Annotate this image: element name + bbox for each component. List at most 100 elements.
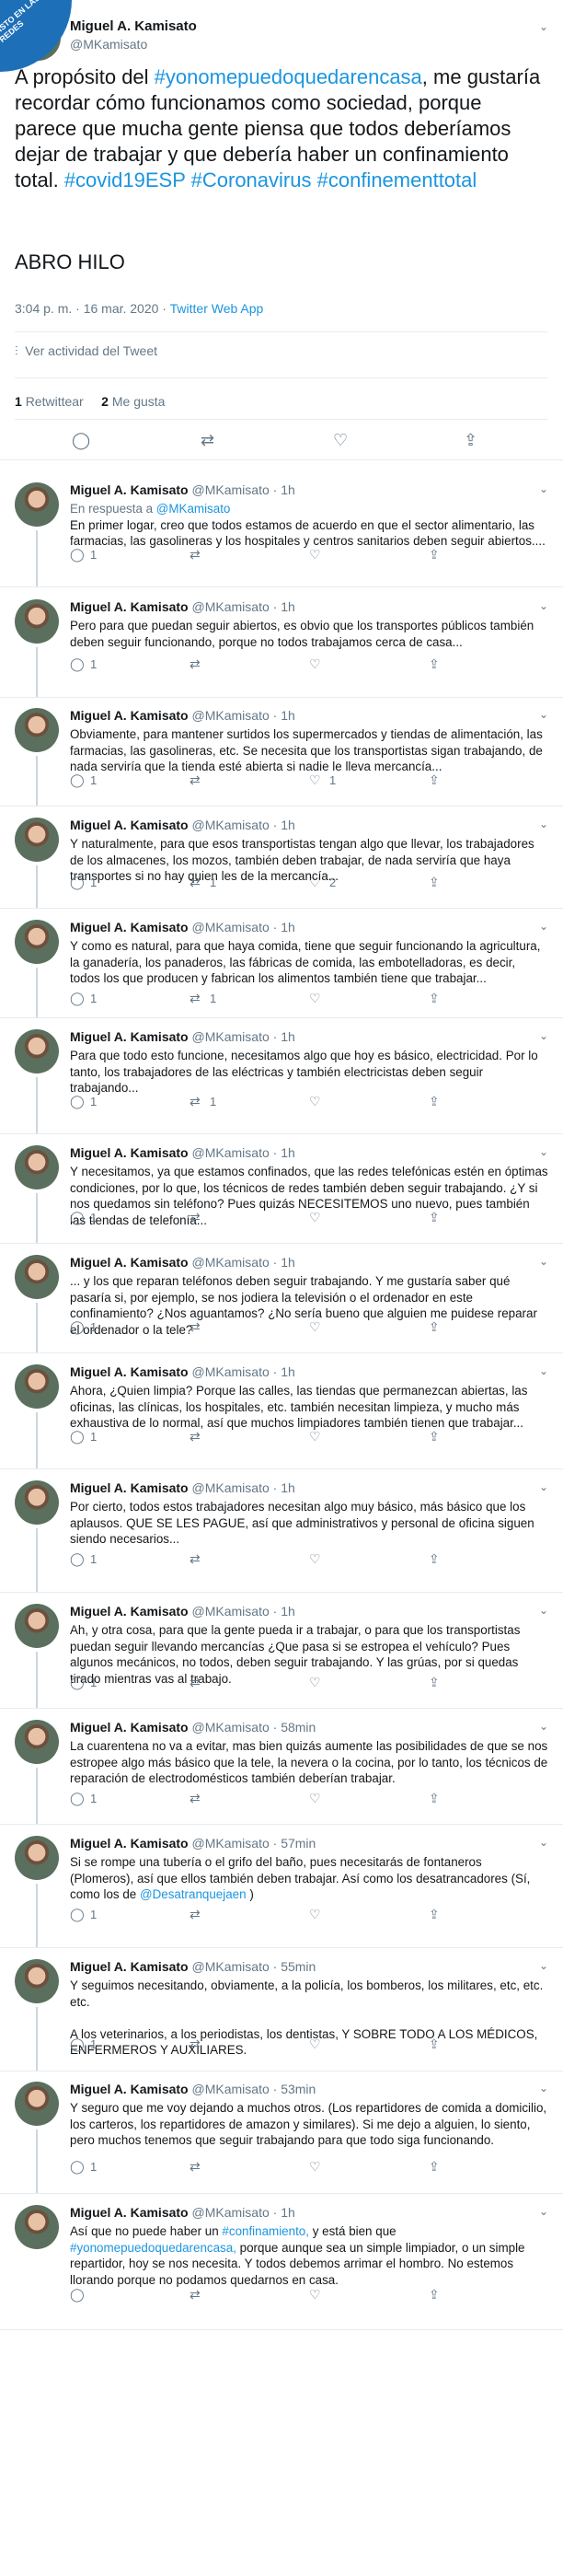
chevron-down-icon[interactable]: ⌄ — [539, 921, 548, 932]
share-icon[interactable]: ⇪ — [429, 991, 440, 1006]
share-icon[interactable]: ⇪ — [429, 1210, 440, 1225]
author-handle[interactable]: @MKamisato — [70, 37, 147, 52]
heart-icon[interactable]: ♡ — [309, 1675, 321, 1690]
share-icon[interactable]: ⇪ — [429, 2036, 440, 2052]
retweet-icon[interactable]: ⇄ — [190, 2036, 201, 2052]
reply-avatar[interactable] — [15, 1364, 59, 1409]
heart-icon[interactable]: ♡ — [309, 1210, 321, 1225]
reply-author-handle[interactable]: @MKamisato · 1h — [189, 1604, 295, 1619]
reply-author-name[interactable]: Miguel A. Kamisato — [70, 1720, 189, 1735]
retweet-icon[interactable]: ⇄ — [190, 772, 201, 788]
reply-author-handle[interactable]: @MKamisato · 57min — [189, 1836, 316, 1851]
reply-icon[interactable]: ◯ — [70, 1319, 85, 1335]
hashtag-link[interactable]: #confinamiento, — [222, 2224, 309, 2238]
retweet-icon[interactable]: ⇄ — [201, 431, 214, 449]
retweet-icon[interactable]: ⇄ — [190, 2159, 201, 2175]
reply-author-name[interactable]: Miguel A. Kamisato — [70, 1604, 189, 1619]
reply-icon[interactable]: ◯ — [70, 1675, 85, 1690]
retweet-icon[interactable]: ⇄ — [190, 1094, 201, 1109]
reply-author-name[interactable]: Miguel A. Kamisato — [70, 2082, 189, 2096]
chevron-down-icon[interactable]: ⌄ — [539, 1146, 548, 1157]
reply-avatar[interactable] — [15, 2205, 59, 2249]
reply-author-name[interactable]: Miguel A. Kamisato — [70, 1836, 189, 1851]
chevron-down-icon[interactable]: ⌄ — [539, 1256, 548, 1267]
share-icon[interactable]: ⇪ — [429, 1551, 440, 1567]
reply-author-name[interactable]: Miguel A. Kamisato — [70, 1480, 189, 1495]
reply-icon[interactable]: ◯ — [70, 772, 85, 788]
share-icon[interactable]: ⇪ — [429, 875, 440, 890]
heart-icon[interactable]: ♡ — [309, 656, 321, 672]
reply-icon[interactable]: ◯ — [70, 1094, 85, 1109]
reply-author-handle[interactable]: @MKamisato · 1h — [189, 482, 295, 497]
reply-author-handle[interactable]: @MKamisato · 1h — [189, 1029, 295, 1044]
reply-author-name[interactable]: Miguel A. Kamisato — [70, 599, 189, 614]
reply-avatar[interactable] — [15, 1604, 59, 1648]
share-icon[interactable]: ⇪ — [429, 1094, 440, 1109]
retweet-icon[interactable]: ⇄ — [190, 656, 201, 672]
reply-icon[interactable]: ◯ — [70, 656, 85, 672]
reply-author-name[interactable]: Miguel A. Kamisato — [70, 1145, 189, 1160]
chevron-down-icon[interactable]: ⌄ — [539, 2083, 548, 2094]
reply-author-name[interactable]: Miguel A. Kamisato — [70, 1255, 189, 1270]
reply-avatar[interactable] — [15, 1145, 59, 1189]
heart-icon[interactable]: ♡ — [309, 2287, 321, 2303]
reply-author-handle[interactable]: @MKamisato · 55min — [189, 1959, 316, 1974]
reply-author-name[interactable]: Miguel A. Kamisato — [70, 1364, 189, 1379]
retweet-icon[interactable]: ⇄ — [190, 1907, 201, 1922]
heart-icon[interactable]: ♡ — [309, 1791, 321, 1806]
tweet-source[interactable]: Twitter Web App — [170, 301, 264, 316]
reply-icon[interactable]: ◯ — [70, 1791, 85, 1806]
reply-author-handle[interactable]: @MKamisato · 1h — [189, 599, 295, 614]
share-icon[interactable]: ⇪ — [429, 547, 440, 563]
reply-avatar[interactable] — [15, 482, 59, 527]
retweet-icon[interactable]: ⇄ — [190, 1319, 201, 1335]
heart-icon[interactable]: ♡ — [309, 2159, 321, 2175]
reply-author-name[interactable]: Miguel A. Kamisato — [70, 1959, 189, 1974]
reply-author-handle[interactable]: @MKamisato · 53min — [189, 2082, 316, 2096]
share-icon[interactable]: ⇪ — [429, 656, 440, 672]
retweet-icon[interactable]: ⇄ — [190, 991, 201, 1006]
share-icon[interactable]: ⇪ — [429, 1907, 440, 1922]
heart-icon[interactable]: ♡ — [309, 1429, 321, 1445]
reply-author-name[interactable]: Miguel A. Kamisato — [70, 1029, 189, 1044]
reply-author-handle[interactable]: @MKamisato · 1h — [189, 2205, 295, 2220]
reply-avatar[interactable] — [15, 2082, 59, 2126]
chevron-down-icon[interactable]: ⌄ — [539, 1365, 548, 1376]
reply-icon[interactable]: ◯ — [70, 547, 85, 563]
reply-avatar[interactable] — [15, 920, 59, 964]
reply-author-handle[interactable]: @MKamisato · 1h — [189, 920, 295, 934]
heart-icon[interactable]: ♡ — [309, 1907, 321, 1922]
chevron-down-icon[interactable]: ⌄ — [539, 600, 548, 611]
retweet-icon[interactable]: ⇄ — [190, 1551, 201, 1567]
heart-icon[interactable]: ♡ — [309, 2036, 321, 2052]
reply-avatar[interactable] — [15, 1720, 59, 1764]
retweet-icon[interactable]: ⇄ — [190, 1429, 201, 1445]
tweet-activity-link[interactable]: ⫶ Ver actividad del Tweet — [15, 343, 157, 359]
reply-icon[interactable]: ◯ — [70, 1907, 85, 1922]
reply-avatar[interactable] — [15, 818, 59, 862]
share-icon[interactable]: ⇪ — [429, 1429, 440, 1445]
reply-author-name[interactable]: Miguel A. Kamisato — [70, 708, 189, 723]
hashtag-link[interactable]: #yonomepuedoquedarencasa — [155, 65, 422, 88]
chevron-down-icon[interactable]: ⌄ — [539, 1837, 548, 1848]
reply-avatar[interactable] — [15, 708, 59, 752]
heart-icon[interactable]: ♡ — [309, 1551, 321, 1567]
hashtag-link[interactable]: #Coronavirus — [191, 168, 312, 191]
tweet-time[interactable]: 3:04 p. m. · 16 mar. 2020 — [15, 301, 158, 316]
hashtag-link[interactable]: #yonomepuedoquedarencasa, — [70, 2241, 236, 2255]
reply-author-name[interactable]: Miguel A. Kamisato — [70, 920, 189, 934]
reply-author-handle[interactable]: @MKamisato · 1h — [189, 708, 295, 723]
share-icon[interactable]: ⇪ — [429, 2159, 440, 2175]
reply-author-handle[interactable]: @MKamisato · 1h — [189, 1145, 295, 1160]
chevron-down-icon[interactable]: ⌄ — [539, 2206, 548, 2217]
heart-icon[interactable]: ♡ — [333, 431, 348, 449]
heart-icon[interactable]: ♡ — [309, 1094, 321, 1109]
reply-avatar[interactable] — [15, 599, 59, 644]
retweet-icon[interactable]: ⇄ — [190, 875, 201, 890]
reply-author-handle[interactable]: @MKamisato · 58min — [189, 1720, 316, 1735]
retweet-icon[interactable]: ⇄ — [190, 1210, 201, 1225]
mention-link[interactable]: @Desatranquejaen — [140, 1887, 247, 1901]
heart-icon[interactable]: ♡ — [309, 991, 321, 1006]
reply-avatar[interactable] — [15, 1029, 59, 1073]
reply-icon[interactable]: ◯ — [72, 431, 90, 449]
